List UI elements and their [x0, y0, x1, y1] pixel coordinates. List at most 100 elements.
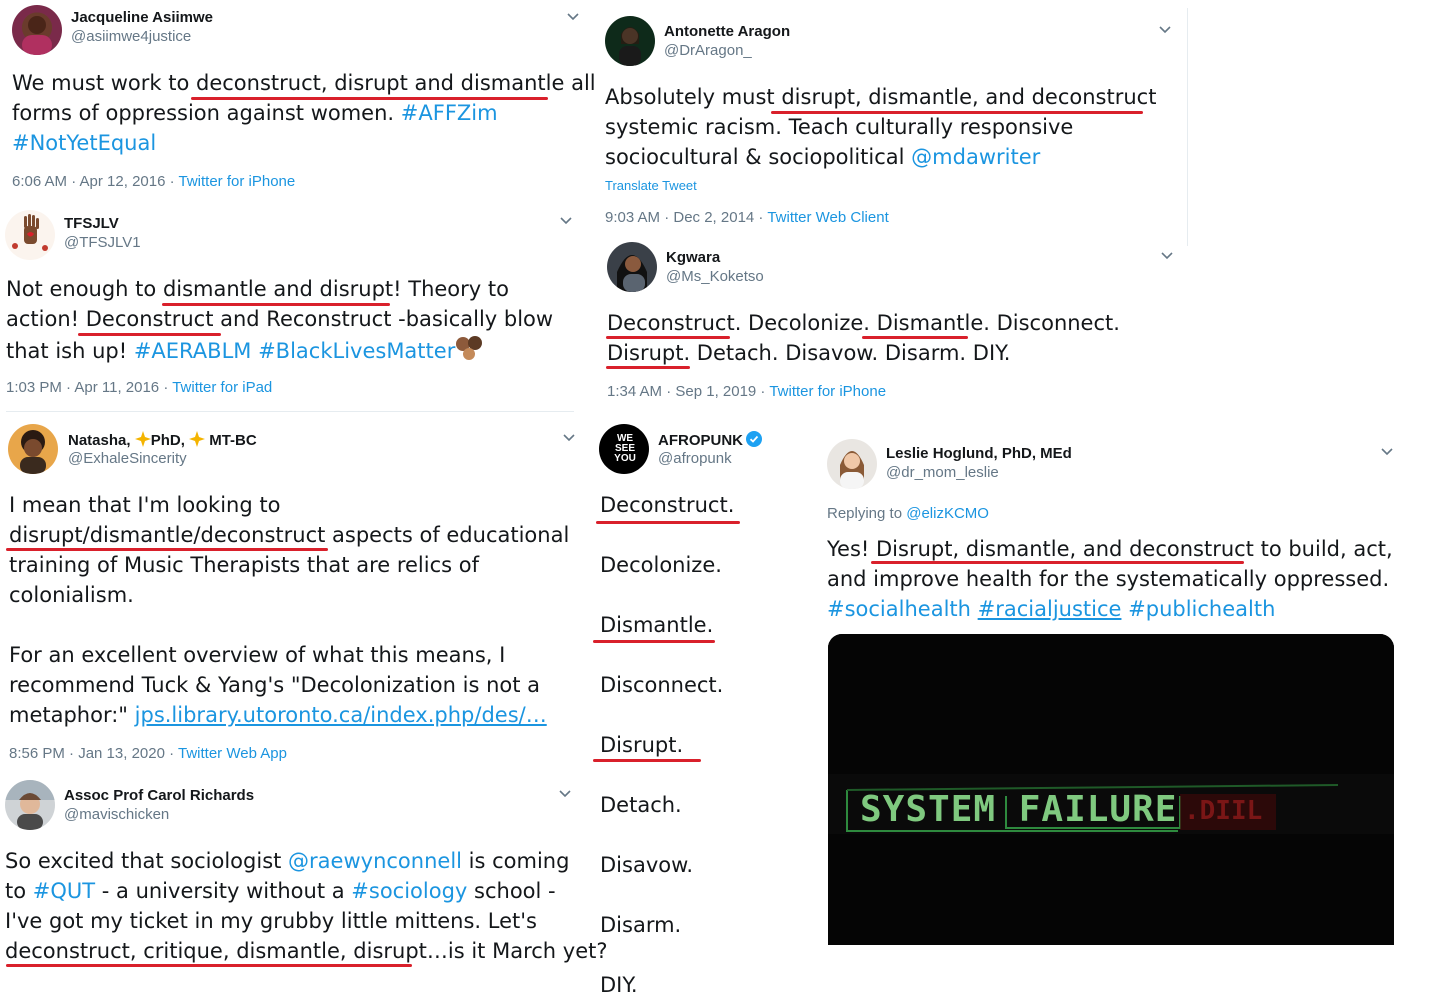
- tweet-meta: 6:06 AM · Apr 12, 2016 · Twitter for iPh…: [12, 173, 296, 190]
- afropunk-word: DIY.: [600, 973, 638, 997]
- chevron-down-icon[interactable]: [558, 787, 572, 801]
- media-caption: SYSTEM FAILURE: [860, 789, 1178, 830]
- user-handle[interactable]: @mavischicken: [64, 806, 169, 823]
- sparkles-emoji-icon: [189, 431, 206, 447]
- user-handle[interactable]: @afropunk: [658, 450, 732, 467]
- tweet-text: Absolutely must disrupt, dismantle, and …: [605, 85, 1157, 169]
- red-underline: [593, 640, 715, 643]
- red-underline: [606, 366, 690, 369]
- hashtag-link[interactable]: #racialjustice: [978, 597, 1122, 621]
- tweet-text: We must work to deconstruct, disrupt and…: [12, 71, 596, 155]
- red-underline: [593, 759, 701, 762]
- avatar[interactable]: [607, 242, 657, 292]
- tweet-text: Not enough to dismantle and disrupt! The…: [6, 277, 554, 363]
- raised-fists-emoji-icon: [456, 336, 483, 360]
- hashtag-link[interactable]: #AERABLM: [134, 339, 252, 363]
- chevron-down-icon[interactable]: [562, 431, 576, 445]
- display-name[interactable]: AFROPUNK: [658, 431, 762, 449]
- chevron-down-icon[interactable]: [1158, 23, 1172, 37]
- display-name[interactable]: TFSJLV: [64, 215, 119, 232]
- user-handle[interactable]: @Ms_Koketso: [666, 268, 764, 285]
- tweet-text: So excited that sociologist @raewynconne…: [5, 849, 608, 963]
- avatar[interactable]: [8, 424, 58, 474]
- user-handle[interactable]: @asiimwe4justice: [71, 28, 191, 45]
- afropunk-word: Disarm.: [600, 913, 682, 937]
- red-underline: [191, 97, 548, 100]
- hashtag-link[interactable]: #socialhealth: [827, 597, 971, 621]
- display-name[interactable]: Leslie Hoglund, PhD, MEd: [886, 445, 1072, 462]
- user-handle[interactable]: @DrAragon_: [664, 42, 752, 59]
- avatar[interactable]: [605, 16, 655, 66]
- tweet-meta: 1:34 AM · Sep 1, 2019 · Twitter for iPho…: [607, 383, 887, 400]
- tweet-divider: [6, 411, 574, 412]
- translate-tweet-link[interactable]: Translate Tweet: [605, 178, 697, 193]
- mention-link[interactable]: @elizKCMO: [906, 505, 989, 522]
- avatar-photo-icon: [617, 255, 647, 292]
- tweet-meta: 8:56 PM · Jan 13, 2020 · Twitter Web App: [9, 745, 287, 762]
- replying-to: Replying to @elizKCMO: [827, 505, 989, 522]
- avatar[interactable]: WE SEE YOU: [599, 424, 649, 474]
- source-link[interactable]: Twitter for iPhone: [179, 173, 296, 190]
- avatar-photo-icon: [5, 780, 55, 830]
- red-underline: [162, 303, 390, 306]
- red-underline: [6, 548, 328, 551]
- tweet-text: Yes! Disrupt, dismantle, and deconstruct…: [827, 537, 1393, 621]
- avatar[interactable]: [5, 210, 55, 260]
- verified-badge-icon: [746, 431, 762, 447]
- source-link[interactable]: Twitter for iPhone: [769, 383, 886, 400]
- red-underline: [771, 111, 1143, 114]
- hashtag-link[interactable]: #publichealth: [1128, 597, 1275, 621]
- avatar-photo-icon: [840, 451, 864, 489]
- user-handle[interactable]: @ExhaleSincerity: [68, 450, 187, 467]
- afropunk-word: Disavow.: [600, 853, 694, 877]
- hashtag-link[interactable]: #NotYetEqual: [12, 131, 156, 155]
- avatar-photo-icon: [619, 27, 641, 66]
- source-link[interactable]: Twitter Web Client: [767, 209, 888, 226]
- mention-link[interactable]: @raewynconnell: [288, 849, 462, 873]
- chevron-down-icon[interactable]: [1380, 445, 1394, 459]
- avatar[interactable]: [827, 439, 877, 489]
- avatar[interactable]: [5, 780, 55, 830]
- red-underline: [606, 336, 730, 339]
- source-link[interactable]: Twitter for iPad: [172, 379, 272, 396]
- chevron-down-icon[interactable]: [566, 10, 580, 24]
- user-handle[interactable]: @TFSJLV1: [64, 234, 141, 251]
- red-underline: [6, 964, 412, 967]
- afropunk-word: Disrupt.: [600, 733, 684, 757]
- afropunk-word: Disconnect.: [600, 673, 724, 697]
- afropunk-word: Dismantle.: [600, 613, 714, 637]
- avatar-photo-icon: [22, 16, 52, 55]
- chevron-down-icon[interactable]: [1160, 249, 1174, 263]
- external-link[interactable]: jps.library.utoronto.ca/index.php/des/…: [135, 703, 547, 727]
- sparkles-emoji-icon: [134, 431, 151, 447]
- avatar-photo-icon: [20, 430, 46, 474]
- raised-hand-icon: [12, 214, 48, 251]
- red-underline: [862, 336, 968, 339]
- red-underline: [596, 521, 740, 524]
- column-divider: [1187, 8, 1188, 246]
- source-link[interactable]: Twitter Web App: [178, 745, 287, 762]
- display-name[interactable]: Natasha, PhD, MT-BC: [68, 431, 257, 449]
- red-underline: [871, 561, 1244, 564]
- hashtag-link[interactable]: #AFFZim: [401, 101, 498, 125]
- tweet-meta: 1:03 PM · Apr 11, 2016 · Twitter for iPa…: [6, 379, 273, 396]
- display-name[interactable]: Antonette Aragon: [664, 23, 790, 40]
- chevron-down-icon[interactable]: [559, 214, 573, 228]
- tweet-meta: 9:03 AM · Dec 2, 2014 · Twitter Web Clie…: [605, 209, 889, 226]
- afropunk-word: Deconstruct.: [600, 493, 735, 517]
- user-handle[interactable]: @dr_mom_leslie: [886, 464, 999, 481]
- display-name[interactable]: Assoc Prof Carol Richards: [64, 787, 254, 804]
- display-name[interactable]: Jacqueline Asiimwe: [71, 9, 213, 26]
- avatar[interactable]: [12, 5, 62, 55]
- afropunk-word: Decolonize.: [600, 553, 722, 577]
- mention-link[interactable]: @mdawriter: [911, 145, 1040, 169]
- hashtag-link[interactable]: #BlackLivesMatter: [258, 339, 455, 363]
- hashtag-link[interactable]: #QUT: [33, 879, 95, 903]
- afropunk-word: Detach.: [600, 793, 682, 817]
- display-name[interactable]: Kgwara: [666, 249, 720, 266]
- hashtag-link[interactable]: #sociology: [351, 879, 467, 903]
- avatar-logo: WE SEE YOU: [614, 433, 636, 464]
- tweet-media-gif[interactable]: SYSTEM FAILURE .DIIL: [828, 634, 1394, 945]
- tweet-text: I mean that I'm looking to disrupt/disma…: [9, 493, 570, 727]
- red-underline: [78, 333, 221, 336]
